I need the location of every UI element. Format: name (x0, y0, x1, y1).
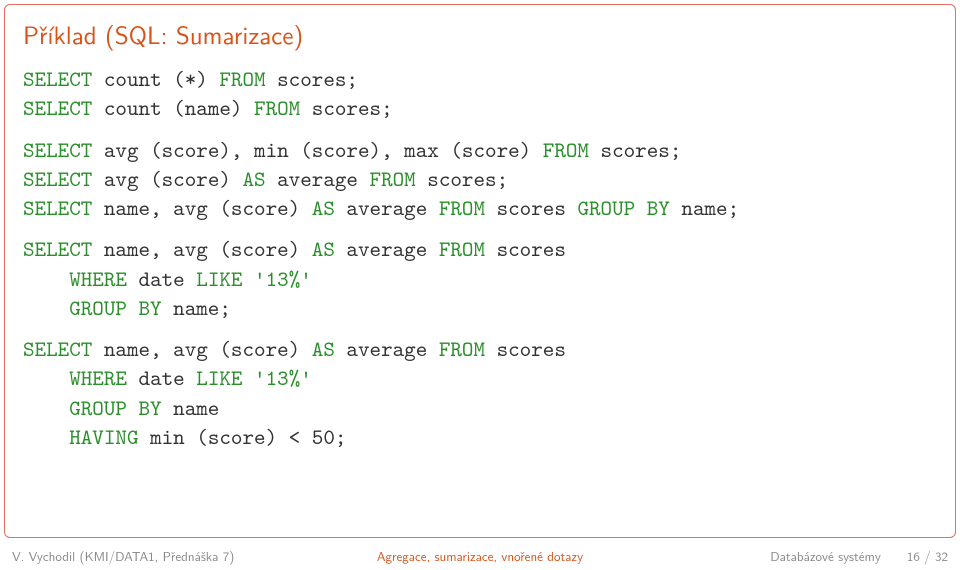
footer-page-number: 16 / 32 (907, 547, 948, 566)
kw-where: WHERE (69, 264, 127, 293)
kw-select: SELECT (23, 193, 92, 222)
code-text: scores (485, 334, 566, 363)
kw-having: HAVING (69, 422, 138, 451)
code-text: scores; (300, 93, 392, 122)
slide-frame: Příklad (SQL: Sumarizace) SELECT count (… (4, 4, 956, 538)
code-indent (23, 422, 69, 451)
code-text: average (266, 164, 370, 193)
code-text: avg (score), min (score), max (score) (92, 135, 542, 164)
kw-from: FROM (439, 334, 485, 363)
code-text: name (162, 393, 220, 422)
kw-select: SELECT (23, 93, 92, 122)
kw-select: SELECT (23, 135, 92, 164)
code-text: min (score) < 50; (139, 422, 347, 451)
code-text: average (335, 334, 439, 363)
code-text: avg (score) (92, 164, 242, 193)
footer-right-label: Databázové systémy (770, 547, 881, 566)
footer-title: Agregace, sumarizace, vnořené dotazy (324, 547, 636, 566)
footline: V. Vychodil (KMI/DATA1, Přednáška 7) Agr… (0, 542, 960, 570)
sql-block-1: SELECT count (*) FROM scores; SELECT cou… (23, 64, 937, 123)
code-text: scores; (266, 64, 358, 93)
kw-select: SELECT (23, 334, 92, 363)
kw-from: FROM (439, 193, 485, 222)
code-text: name, avg (score) (92, 193, 311, 222)
code-text: average (335, 234, 439, 263)
code-text: scores (485, 234, 566, 263)
kw-select: SELECT (23, 64, 92, 93)
sql-block-4: SELECT name, avg (score) AS average FROM… (23, 334, 937, 451)
kw-group-by: GROUP BY (577, 193, 669, 222)
string-literal: '13%' (254, 264, 312, 293)
footer-page: Databázové systémy 16 / 32 (636, 547, 948, 566)
code-text: name, avg (score) (92, 334, 311, 363)
kw-select: SELECT (23, 234, 92, 263)
kw-from: FROM (370, 164, 416, 193)
kw-group-by: GROUP BY (69, 293, 161, 322)
code-text: date (127, 264, 196, 293)
sql-block-3: SELECT name, avg (score) AS average FROM… (23, 234, 937, 322)
kw-where: WHERE (69, 363, 127, 392)
code-text (242, 363, 254, 392)
kw-from: FROM (254, 93, 300, 122)
code-text: name, avg (score) (92, 234, 311, 263)
kw-from: FROM (219, 64, 265, 93)
string-literal: '13%' (254, 363, 312, 392)
code-text: average (335, 193, 439, 222)
slide-title: Příklad (SQL: Sumarizace) (23, 15, 937, 52)
kw-like: LIKE (196, 264, 242, 293)
kw-group-by: GROUP BY (69, 393, 161, 422)
kw-like: LIKE (196, 363, 242, 392)
code-text: scores; (416, 164, 508, 193)
code-indent (23, 264, 69, 293)
code-text: scores; (589, 135, 681, 164)
code-text (242, 264, 254, 293)
footer-author: V. Vychodil (KMI/DATA1, Přednáška 7) (12, 547, 324, 566)
code-text: scores (485, 193, 577, 222)
code-indent (23, 393, 69, 422)
kw-from: FROM (543, 135, 589, 164)
kw-as: AS (242, 164, 265, 193)
code-text: count (name) (92, 93, 254, 122)
code-text: date (127, 363, 196, 392)
code-text: name; (670, 193, 739, 222)
code-indent (23, 293, 69, 322)
code-indent (23, 363, 69, 392)
kw-from: FROM (439, 234, 485, 263)
kw-as: AS (312, 234, 335, 263)
kw-select: SELECT (23, 164, 92, 193)
sql-block-2: SELECT avg (score), min (score), max (sc… (23, 135, 937, 223)
kw-as: AS (312, 334, 335, 363)
code-text: name; (162, 293, 231, 322)
code-text: count (*) (92, 64, 219, 93)
kw-as: AS (312, 193, 335, 222)
